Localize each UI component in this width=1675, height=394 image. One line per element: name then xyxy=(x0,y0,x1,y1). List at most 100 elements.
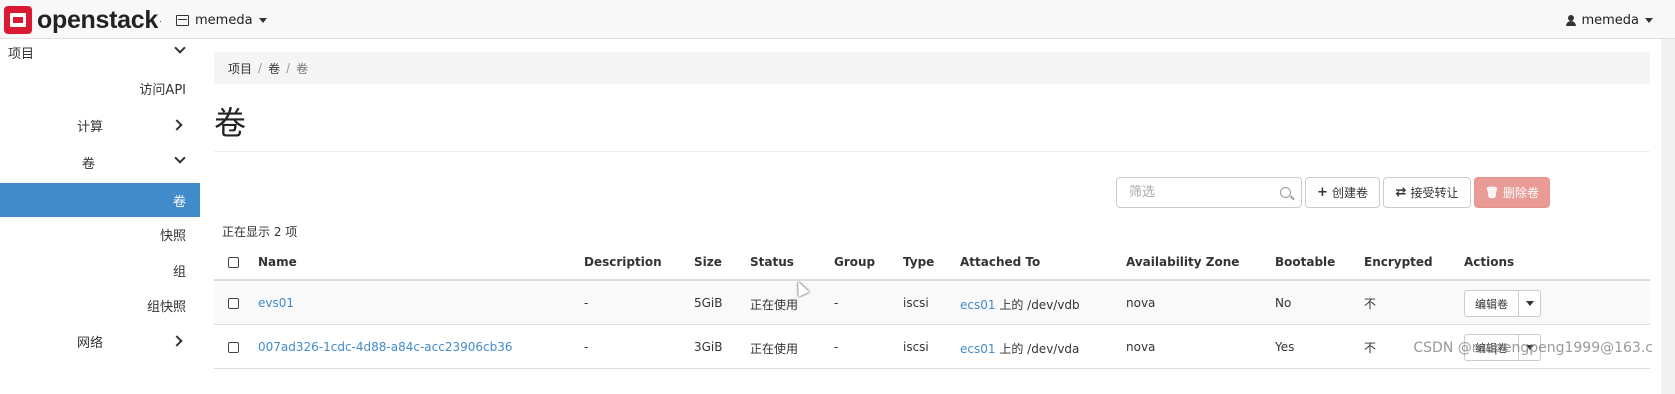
column-header-type[interactable]: Type xyxy=(903,255,934,269)
filter-box xyxy=(1116,177,1302,208)
column-header-attached-to[interactable]: Attached To xyxy=(960,255,1040,269)
caret-down-icon xyxy=(1645,17,1653,23)
breadcrumb-item-volumes[interactable]: 卷 xyxy=(268,60,280,77)
breadcrumb: 项目 / 卷 / 卷 xyxy=(214,52,1650,84)
volume-availability-zone: nova xyxy=(1126,296,1156,310)
create-volume-button[interactable]: + 创建卷 xyxy=(1305,177,1380,208)
breadcrumb-item-project[interactable]: 项目 xyxy=(228,60,252,77)
chevron-right-icon xyxy=(171,335,183,347)
caret-down-icon xyxy=(258,17,267,23)
sidebar-item-project[interactable]: 项目 xyxy=(0,34,200,70)
volume-encrypted: 不 xyxy=(1364,341,1377,355)
brand-mark: . xyxy=(158,15,162,25)
brand-text: openstack xyxy=(37,5,158,34)
exchange-icon: ⇄ xyxy=(1395,185,1407,200)
delete-volumes-label: 删除卷 xyxy=(1502,186,1539,200)
sidebar-item-label: 组 xyxy=(172,264,186,280)
user-menu[interactable]: memeda xyxy=(1566,10,1653,30)
create-volume-label: 创建卷 xyxy=(1331,186,1368,200)
attached-device: 上的 /dev/vda xyxy=(995,342,1080,356)
breadcrumb-separator: / xyxy=(258,61,263,75)
trash-icon: 🗑 xyxy=(1485,186,1499,199)
plus-icon: + xyxy=(1317,185,1328,200)
watermark-text: CSDN @mapengpeng1999@163.c xyxy=(1413,340,1653,356)
column-header-availability-zone[interactable]: Availability Zone xyxy=(1126,255,1239,269)
title-divider xyxy=(214,151,1650,152)
instance-link[interactable]: ecs01 xyxy=(960,298,996,312)
volume-bootable: No xyxy=(1275,296,1292,310)
volume-size: 5GiB xyxy=(694,296,723,310)
volume-availability-zone: nova xyxy=(1126,340,1156,354)
sidebar-item-groups[interactable]: 组 xyxy=(0,252,200,288)
page-title: 卷 xyxy=(214,104,247,142)
attached-device: 上的 /dev/vdb xyxy=(995,298,1080,312)
sidebar-item-group-snapshots[interactable]: 组快照 xyxy=(0,287,200,323)
volume-type: iscsi xyxy=(903,296,929,310)
volume-attached-to: ecs01 上的 /dev/vda xyxy=(960,340,1079,357)
volume-size: 3GiB xyxy=(694,340,723,354)
volume-description: - xyxy=(584,340,589,354)
server-icon xyxy=(176,14,189,26)
filter-input[interactable] xyxy=(1129,185,1279,200)
volume-attached-to: ecs01 上的 /dev/vdb xyxy=(960,296,1080,313)
sidebar-item-volumes[interactable]: 卷 xyxy=(0,183,200,217)
openstack-logo-icon xyxy=(4,6,32,34)
column-header-description[interactable]: Description xyxy=(584,255,662,269)
sidebar-item-snapshots[interactable]: 快照 xyxy=(0,216,200,252)
table-header: Name Description Size Status Group Type … xyxy=(214,244,1650,281)
sidebar-item-label: 访问API xyxy=(139,82,186,98)
delete-volumes-button[interactable]: 🗑 删除卷 xyxy=(1474,177,1550,208)
row-checkbox[interactable] xyxy=(228,298,239,309)
sidebar-item-network[interactable]: 网络 xyxy=(0,323,200,359)
search-icon[interactable] xyxy=(1280,187,1291,198)
volume-name-link[interactable]: 007ad326-1cdc-4d88-a84c-acc23906cb36 xyxy=(258,340,513,354)
user-icon xyxy=(1566,14,1577,26)
column-header-name[interactable]: Name xyxy=(258,255,297,269)
sidebar-item-label: 项目 xyxy=(8,46,35,62)
item-count: 正在显示 2 项 xyxy=(222,225,298,239)
column-header-bootable[interactable]: Bootable xyxy=(1275,255,1335,269)
volume-status: 正在使用 xyxy=(750,298,799,312)
column-header-status[interactable]: Status xyxy=(750,255,794,269)
sidebar-item-access-api[interactable]: 访问API xyxy=(0,70,200,106)
sidebar-item-compute[interactable]: 计算 xyxy=(0,107,200,143)
instance-link[interactable]: ecs01 xyxy=(960,342,996,356)
volume-status: 正在使用 xyxy=(750,342,799,356)
volume-name-link[interactable]: evs01 xyxy=(258,296,294,310)
sidebar-item-label: 计算 xyxy=(77,119,104,135)
row-actions: 编辑卷 xyxy=(1464,290,1541,317)
project-switcher[interactable]: memeda xyxy=(176,10,267,30)
chevron-right-icon xyxy=(171,119,183,131)
sidebar: 项目 访问API 计算 卷 卷 快照 组 组快照 网络 xyxy=(0,39,200,394)
column-header-actions: Actions xyxy=(1464,255,1515,269)
column-header-group[interactable]: Group xyxy=(834,255,875,269)
row-checkbox[interactable] xyxy=(228,342,239,353)
row-actions-dropdown[interactable] xyxy=(1519,290,1541,317)
sidebar-item-label: 快照 xyxy=(159,228,186,244)
chevron-down-icon xyxy=(174,42,186,54)
sidebar-item-label: 网络 xyxy=(77,335,104,351)
edit-volume-button[interactable]: 编辑卷 xyxy=(1464,290,1519,317)
brand-logo-link[interactable]: openstack. xyxy=(4,6,162,34)
project-name: memeda xyxy=(195,12,253,28)
table-row: evs01 - 5GiB 正在使用 - iscsi ecs01 上的 /dev/… xyxy=(214,282,1650,325)
breadcrumb-item-current: 卷 xyxy=(296,61,309,76)
volume-group: - xyxy=(834,340,839,354)
accept-transfer-button[interactable]: ⇄ 接受转让 xyxy=(1383,177,1471,208)
accept-transfer-label: 接受转让 xyxy=(1410,186,1459,200)
vertical-scrollbar[interactable] xyxy=(1661,39,1675,394)
top-navbar: openstack. memeda memeda xyxy=(0,0,1675,39)
volume-encrypted: 不 xyxy=(1364,297,1377,311)
volume-description: - xyxy=(584,296,589,310)
chevron-down-icon xyxy=(174,152,186,164)
volume-group: - xyxy=(834,296,839,310)
sidebar-item-label: 卷 xyxy=(172,194,186,210)
select-all-checkbox[interactable] xyxy=(228,257,239,268)
caret-down-icon xyxy=(1525,301,1534,306)
column-header-size[interactable]: Size xyxy=(694,255,722,269)
sidebar-item-label: 组快照 xyxy=(146,299,186,315)
sidebar-item-volumes-group[interactable]: 卷 xyxy=(0,144,200,180)
volume-bootable: Yes xyxy=(1275,340,1295,354)
column-header-encrypted[interactable]: Encrypted xyxy=(1364,255,1433,269)
sidebar-item-label: 卷 xyxy=(82,156,96,172)
